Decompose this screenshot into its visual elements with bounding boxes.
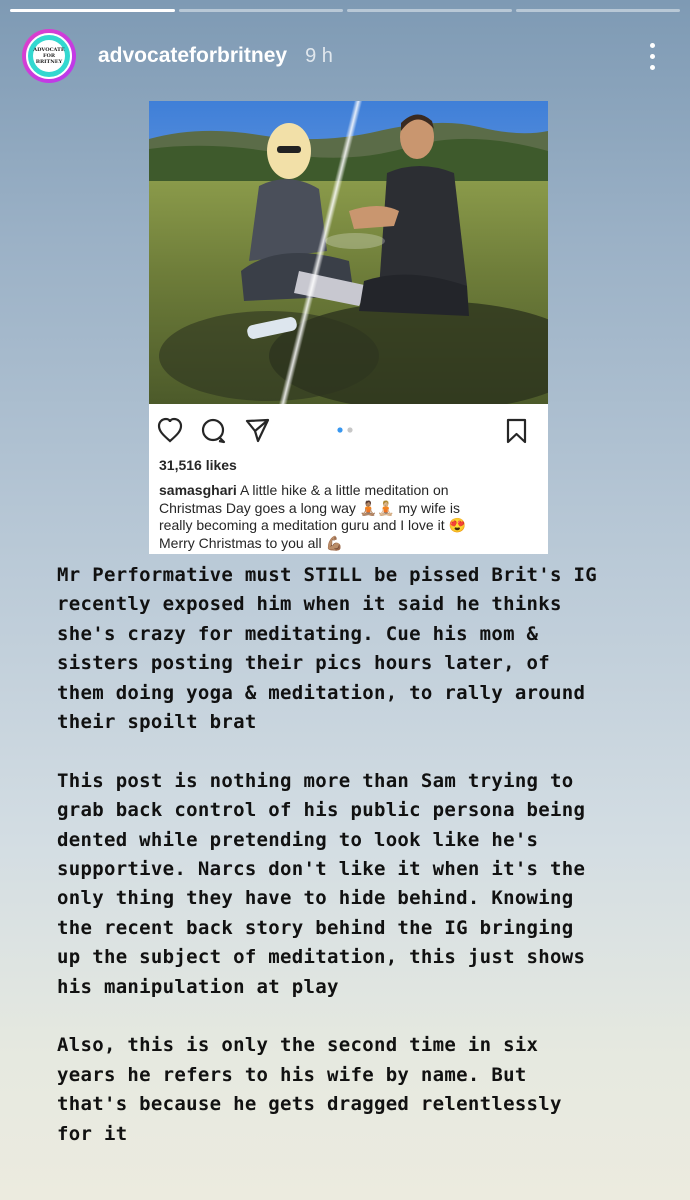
text-line: This post is nothing more than Sam tryin… — [57, 769, 574, 792]
progress-segment — [178, 9, 343, 12]
post-time: 9 h — [305, 44, 333, 67]
comment-icon[interactable] — [201, 418, 226, 444]
text-line: Also, this is only the second time in si… — [57, 1034, 539, 1057]
progress-segment — [515, 9, 680, 12]
post-caption: samasghari A little hike & a little medi… — [159, 482, 541, 552]
username[interactable]: advocateforbritney — [98, 44, 287, 68]
text-line: supportive. Narcs don't like it when it'… — [57, 858, 586, 881]
text-line: up the subject of meditation, this just … — [57, 946, 586, 969]
text-line: only thing they have to hide behind. Kno… — [57, 887, 574, 910]
post-action-bar — [157, 417, 527, 444]
story-text: Mr Performative must STILL be pissed Bri… — [57, 561, 657, 1178]
carousel-dot-active — [337, 427, 343, 433]
story-paragraph-2: This post is nothing more than Sam tryin… — [57, 767, 657, 1002]
avatar-image: ADVOCATE FOR BRITNEY — [26, 33, 72, 79]
caption-line-4: Merry Christmas to you all 💪🏽 — [159, 534, 343, 551]
text-line: the recent back story behind the IG brin… — [57, 916, 574, 939]
text-line: them doing yoga & meditation, to rally a… — [57, 681, 586, 704]
text-line: grab back control of his public persona … — [57, 799, 586, 822]
heart-icon[interactable] — [157, 417, 183, 443]
caption-username[interactable]: samasghari — [159, 482, 237, 498]
caption-line-3: really becoming a meditation guru and I … — [159, 517, 466, 533]
reshared-post: 31,516 likes samasghari A little hike & … — [149, 101, 548, 554]
story-progress-bar — [10, 9, 680, 12]
more-options-icon[interactable] — [642, 42, 662, 70]
text-line: for it — [57, 1122, 128, 1145]
carousel-dot — [347, 427, 353, 433]
like-count: 31,516 likes — [159, 457, 237, 473]
share-icon[interactable] — [245, 418, 270, 443]
text-line: Mr Performative must STILL be pissed Bri… — [57, 564, 597, 586]
progress-segment — [347, 9, 512, 12]
avatar[interactable]: ADVOCATE FOR BRITNEY — [22, 29, 76, 83]
story-paragraph-1: Mr Performative must STILL be pissed Bri… — [57, 561, 657, 737]
bookmark-icon[interactable] — [506, 418, 527, 444]
avatar-logo-text: ADVOCATE FOR BRITNEY — [33, 40, 65, 72]
text-line: she's crazy for meditating. Cue his mom … — [57, 622, 539, 645]
caption-line-1: samasghari A little hike & a little medi… — [159, 482, 449, 498]
post-photo — [149, 101, 548, 404]
text-line: sisters posting their pics hours later, … — [57, 652, 551, 675]
text-line: recently exposed him when it said he thi… — [57, 593, 562, 616]
carousel-dots — [337, 427, 353, 433]
progress-segment — [10, 9, 175, 12]
text-line: his manipulation at play — [57, 975, 339, 998]
story-paragraph-3: Also, this is only the second time in si… — [57, 1031, 657, 1149]
text-line: their spoilt brat — [57, 711, 257, 734]
text-line: dented while pretending to look like he'… — [57, 828, 539, 851]
story-header: ADVOCATE FOR BRITNEY advocateforbritney … — [22, 29, 662, 83]
text-line: that's because he gets dragged relentles… — [57, 1093, 562, 1116]
caption-line-2: Christmas Day goes a long way 🧘🏽🧘🏼 my wi… — [159, 499, 460, 516]
text-line: years he refers to his wife by name. But — [57, 1063, 527, 1086]
